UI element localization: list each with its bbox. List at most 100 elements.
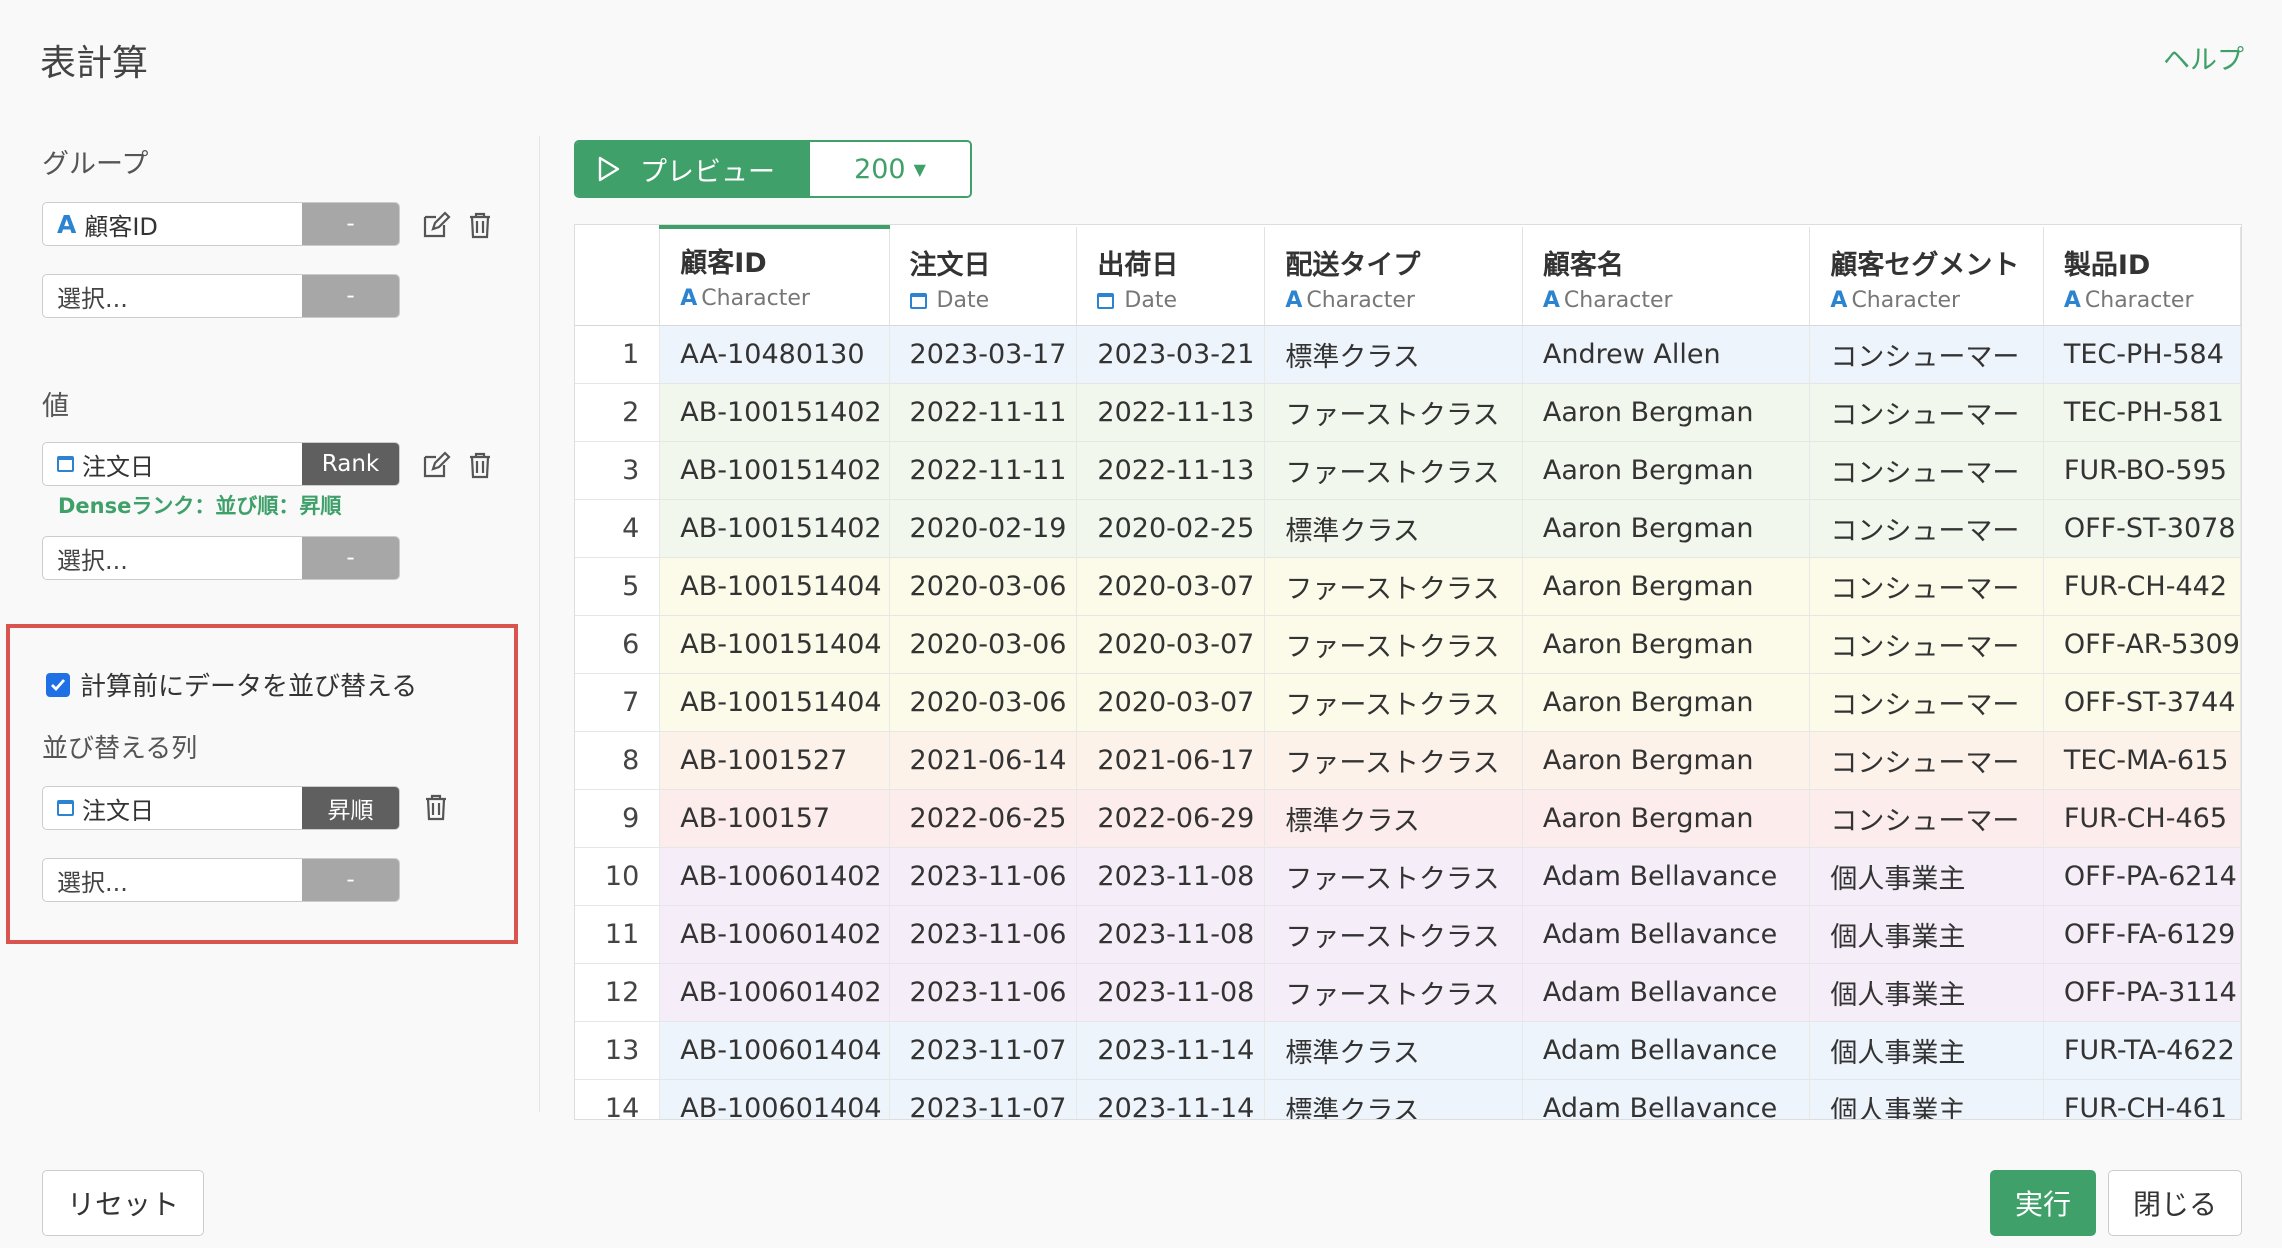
column-header[interactable]: 配送タイプ A Character <box>1264 227 1523 326</box>
caret-down-icon: ▼ <box>913 159 926 179</box>
table-cell: AB-100151402 <box>659 441 890 500</box>
table-row: 12 AB-100601402 2023-11-06 2023-11-08 ファーストク… <box>575 963 2241 1022</box>
group-field[interactable]: A 顧客ID - <box>42 202 400 246</box>
edit-icon[interactable] <box>419 448 453 482</box>
character-icon: A <box>1830 288 1848 313</box>
ascending-button[interactable]: 昇順 <box>302 787 399 829</box>
value-field[interactable]: 注文日 Rank <box>42 442 400 486</box>
column-type-label: Character <box>1563 288 1673 313</box>
table-cell: OFF-ST-3078 <box>2043 499 2241 558</box>
table-cell: 2023-11-07 <box>889 1021 1078 1080</box>
column-name: 顧客ID <box>680 248 767 279</box>
preview-button[interactable]: プレビュー <box>576 142 810 196</box>
sort-select-option-button[interactable]: - <box>302 859 399 901</box>
table-cell: Aaron Bergman <box>1522 731 1811 790</box>
row-number-header <box>575 227 661 326</box>
table-cell: AB-100151404 <box>659 615 890 674</box>
column-type-label: Character <box>2084 288 2194 313</box>
group-select-option-button[interactable]: - <box>302 275 399 317</box>
table-row: 13 AB-100601404 2023-11-07 2023-11-14 標準クラス A… <box>575 1021 2241 1080</box>
trash-icon[interactable] <box>463 208 497 242</box>
group-select[interactable]: 選択... - <box>42 274 400 318</box>
trash-icon[interactable] <box>419 790 453 824</box>
table-cell: 2023-11-08 <box>1076 847 1266 906</box>
table-cell: Aaron Bergman <box>1522 441 1811 500</box>
table-cell: 2022-06-29 <box>1076 789 1266 848</box>
row-number: 6 <box>575 615 661 674</box>
table-row: 10 AB-100601402 2023-11-06 2023-11-08 ファーストク… <box>575 847 2241 906</box>
sort-checkbox[interactable] <box>46 672 70 697</box>
close-button[interactable]: 閉じる <box>2108 1170 2242 1236</box>
column-header[interactable]: 出荷日 Date <box>1076 227 1266 326</box>
column-type-label: Character <box>701 286 810 311</box>
column-type: Date <box>909 288 1076 313</box>
table-cell: 個人事業主 <box>1809 1021 2044 1080</box>
table-cell: Aaron Bergman <box>1522 673 1811 732</box>
table-cell: 標準クラス <box>1264 1021 1523 1080</box>
table-cell: Andrew Allen <box>1522 325 1811 384</box>
group-select-placeholder[interactable]: 選択... <box>43 275 302 317</box>
table-cell: ファーストクラス <box>1264 847 1523 906</box>
table-cell: Adam Bellavance <box>1522 905 1811 964</box>
play-icon <box>598 156 620 182</box>
table-row: 5 AB-100151404 2020-03-06 2020-03-07 ファーストクラ… <box>575 557 2241 616</box>
run-button[interactable]: 実行 <box>1990 1170 2096 1236</box>
sort-select-placeholder[interactable]: 選択... <box>43 859 302 901</box>
sort-checkbox-label[interactable]: 計算前にデータを並び替える <box>80 666 417 703</box>
column-type-label: Character <box>1851 288 1961 313</box>
row-number: 3 <box>575 441 661 500</box>
table-cell: 標準クラス <box>1264 789 1523 848</box>
table-row: 7 AB-100151404 2020-03-06 2020-03-07 ファーストクラ… <box>575 673 2241 732</box>
column-header[interactable]: 顧客ID A Character <box>659 225 890 326</box>
column-header[interactable]: 製品ID A Character <box>2043 227 2241 326</box>
column-name: 出荷日 <box>1097 250 1179 281</box>
table-cell: FUR-CH-465 <box>2043 789 2241 848</box>
preview-label: プレビュー <box>640 156 775 188</box>
preview-table-container[interactable]: 顧客ID A Character 注文日 Date 出荷日 Date 配送タイプ A Charac… <box>574 224 2242 1120</box>
table-cell: 2023-11-06 <box>889 847 1078 906</box>
value-select-option-button[interactable]: - <box>302 537 399 579</box>
table-cell: ファーストクラス <box>1264 383 1523 442</box>
group-field-option-button[interactable]: - <box>302 203 399 245</box>
table-cell: Aaron Bergman <box>1522 615 1811 674</box>
row-number: 10 <box>575 847 661 906</box>
column-header[interactable]: 注文日 Date <box>889 227 1078 326</box>
help-link[interactable]: ヘルプ <box>2163 38 2244 77</box>
table-cell: ファーストクラス <box>1264 963 1523 1022</box>
sort-before-calc-option[interactable]: 計算前にデータを並び替える <box>46 666 417 703</box>
edit-icon[interactable] <box>419 208 453 242</box>
rank-button[interactable]: Rank <box>302 443 399 485</box>
table-cell: ファーストクラス <box>1264 557 1523 616</box>
table-cell: 2020-03-07 <box>1076 615 1266 674</box>
column-header[interactable]: 顧客セグメント A Character <box>1809 227 2044 326</box>
trash-icon[interactable] <box>463 448 497 482</box>
sort-field[interactable]: 注文日 昇順 <box>42 786 400 830</box>
table-cell: 2023-11-14 <box>1076 1021 1266 1080</box>
table-cell: 2023-11-06 <box>889 963 1078 1022</box>
table-cell: 2020-03-06 <box>889 615 1078 674</box>
reset-button[interactable]: リセット <box>42 1170 204 1236</box>
table-cell: AB-100601402 <box>659 963 890 1022</box>
value-select[interactable]: 選択... - <box>42 536 400 580</box>
table-cell: 2020-03-07 <box>1076 557 1266 616</box>
sort-select[interactable]: 選択... - <box>42 858 400 902</box>
table-cell: コンシューマー <box>1809 731 2044 790</box>
table-cell: ファーストクラス <box>1264 615 1523 674</box>
column-header[interactable]: 顧客名 A Character <box>1522 227 1811 326</box>
value-select-placeholder[interactable]: 選択... <box>43 537 302 579</box>
table-cell: AA-10480130 <box>659 325 890 384</box>
table-cell: AB-100151404 <box>659 557 890 616</box>
table-cell: FUR-BO-595 <box>2043 441 2241 500</box>
row-count-dropdown[interactable]: 200 ▼ <box>810 142 970 196</box>
table-cell: OFF-ST-3744 <box>2043 673 2241 732</box>
table-cell: コンシューマー <box>1809 789 2044 848</box>
row-number: 11 <box>575 905 661 964</box>
table-cell: 個人事業主 <box>1809 905 2044 964</box>
calendar-icon <box>1097 292 1115 309</box>
table-cell: 2023-11-06 <box>889 905 1078 964</box>
character-icon: A <box>680 286 698 311</box>
character-icon: A <box>1542 288 1560 313</box>
calendar-icon <box>57 456 74 472</box>
table-cell: Adam Bellavance <box>1522 1079 1811 1119</box>
column-type: A Character <box>1830 288 2042 313</box>
